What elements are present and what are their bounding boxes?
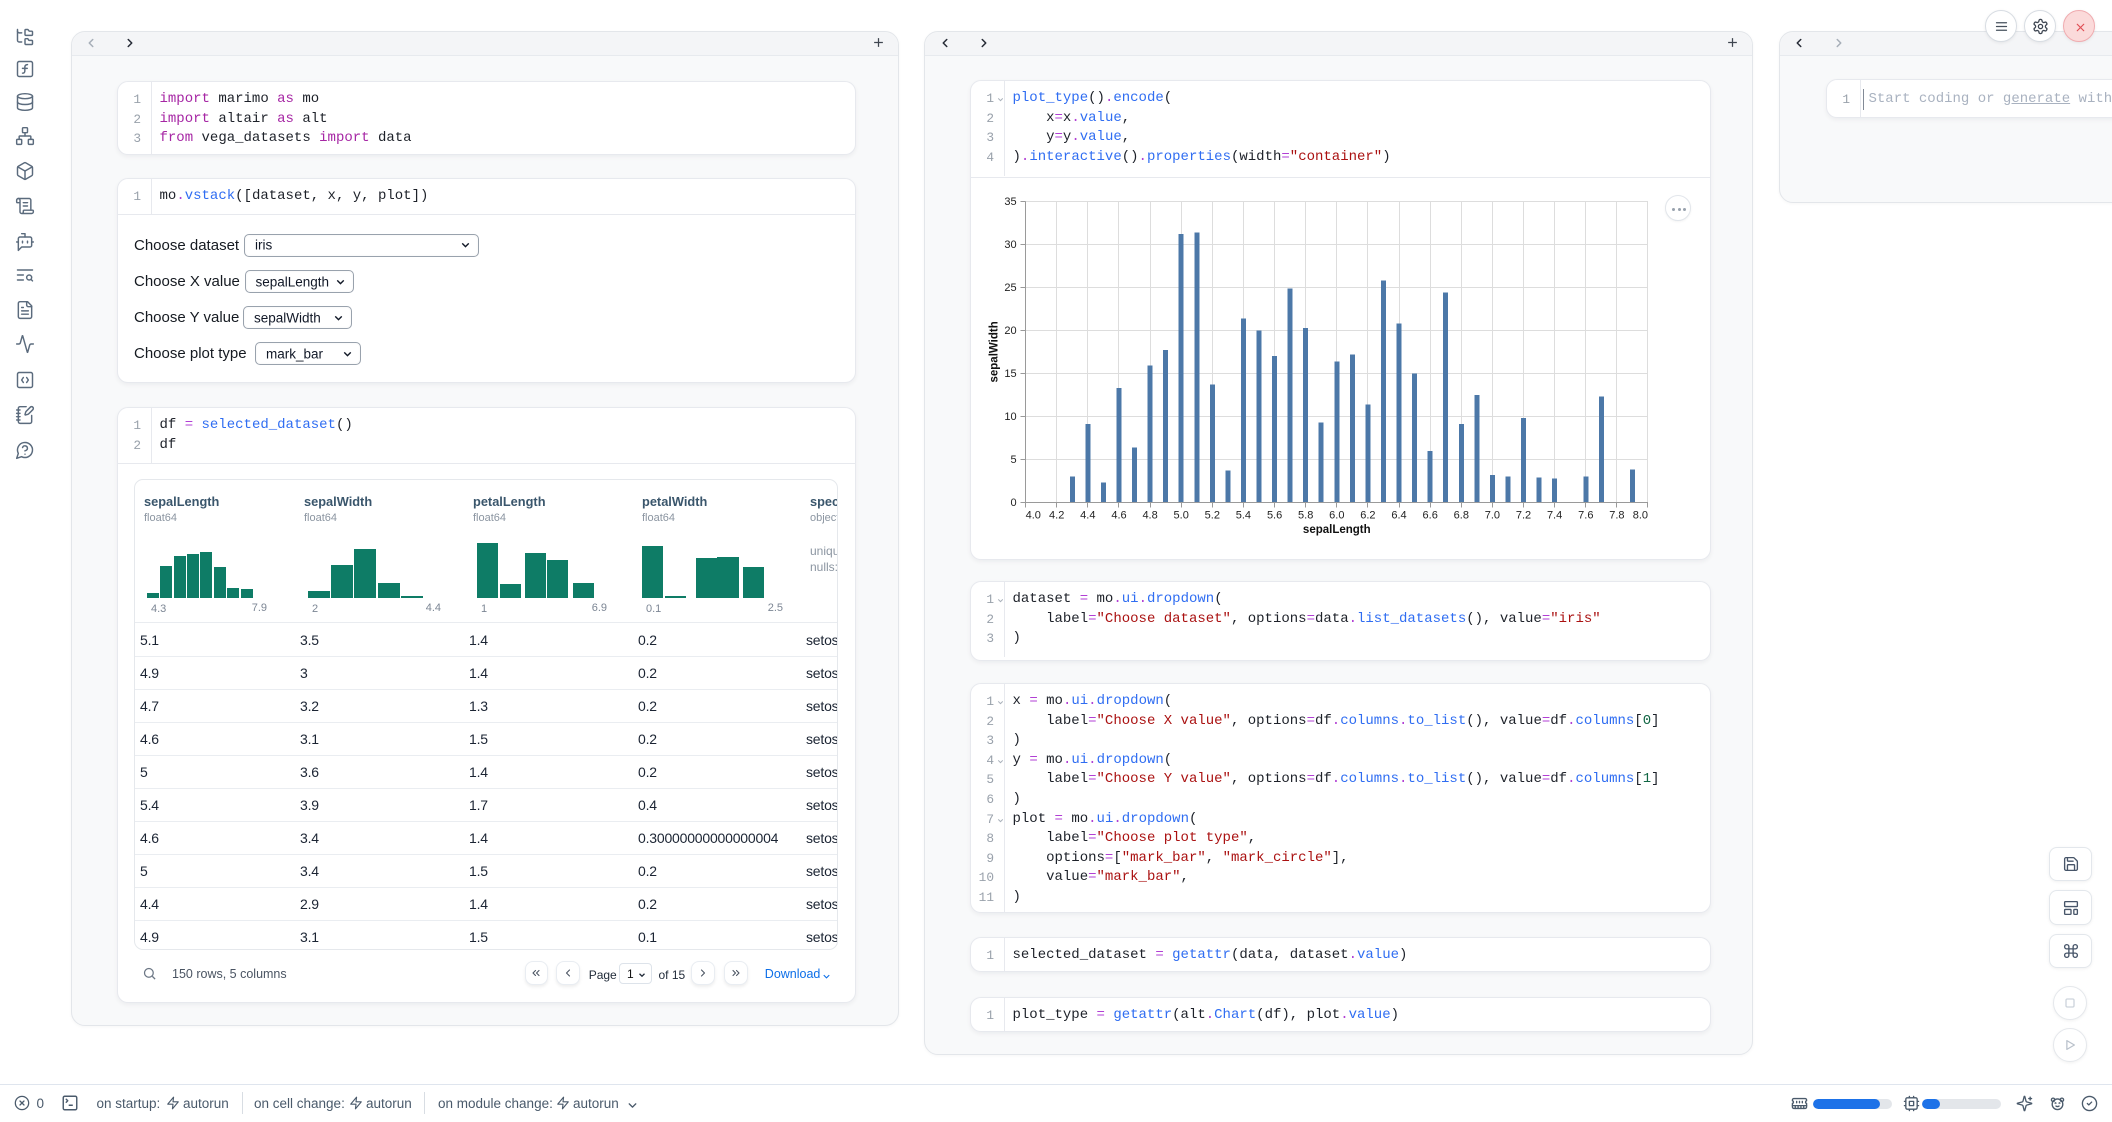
svg-text:4.0: 4.0 bbox=[1026, 509, 1041, 521]
svg-text:7.6: 7.6 bbox=[1578, 509, 1593, 521]
svg-text:4.2: 4.2 bbox=[1049, 509, 1064, 521]
svg-text:35: 35 bbox=[1004, 196, 1016, 208]
svg-text:4.4: 4.4 bbox=[1080, 509, 1095, 521]
svg-text:7.4: 7.4 bbox=[1547, 509, 1562, 521]
svg-text:sepalLength: sepalLength bbox=[1303, 524, 1371, 536]
svg-text:sepalWidth: sepalWidth bbox=[989, 321, 1001, 382]
svg-text:25: 25 bbox=[1004, 282, 1016, 294]
svg-text:6.0: 6.0 bbox=[1329, 509, 1344, 521]
svg-text:20: 20 bbox=[1004, 325, 1016, 337]
svg-text:5.6: 5.6 bbox=[1267, 509, 1282, 521]
svg-text:6.8: 6.8 bbox=[1454, 509, 1469, 521]
svg-text:10: 10 bbox=[1004, 411, 1016, 423]
svg-text:8.0: 8.0 bbox=[1633, 509, 1648, 521]
svg-text:5.8: 5.8 bbox=[1298, 509, 1313, 521]
svg-text:5: 5 bbox=[1010, 454, 1016, 466]
svg-text:30: 30 bbox=[1004, 239, 1016, 251]
svg-text:4.8: 4.8 bbox=[1142, 509, 1157, 521]
svg-text:4.6: 4.6 bbox=[1111, 509, 1126, 521]
svg-text:6.2: 6.2 bbox=[1360, 509, 1375, 521]
svg-text:0: 0 bbox=[1010, 497, 1016, 509]
svg-text:15: 15 bbox=[1004, 368, 1016, 380]
svg-text:6.4: 6.4 bbox=[1391, 509, 1406, 521]
svg-text:6.6: 6.6 bbox=[1423, 509, 1438, 521]
svg-text:5.4: 5.4 bbox=[1236, 509, 1251, 521]
svg-text:7.8: 7.8 bbox=[1609, 509, 1624, 521]
svg-text:7.0: 7.0 bbox=[1485, 509, 1500, 521]
svg-text:5.2: 5.2 bbox=[1205, 509, 1220, 521]
svg-text:5.0: 5.0 bbox=[1174, 509, 1189, 521]
svg-text:7.2: 7.2 bbox=[1516, 509, 1531, 521]
